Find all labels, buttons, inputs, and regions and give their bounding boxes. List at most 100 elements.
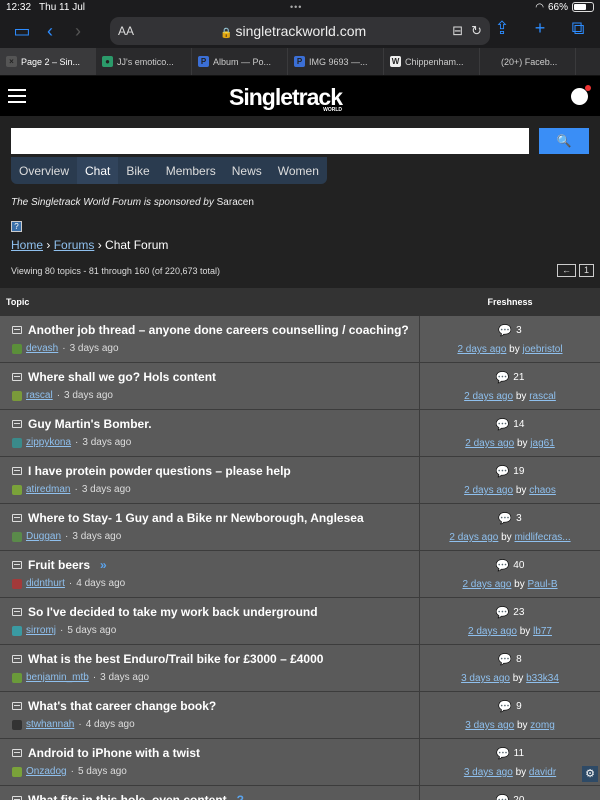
topic-author[interactable]: benjamin_mtb [26,672,89,683]
avatar[interactable] [12,531,22,542]
topic-author[interactable]: stwhannah [26,719,74,730]
nav-tab-members[interactable]: Members [158,157,224,184]
freshness-link[interactable]: 2 days ago [449,532,498,543]
last-poster[interactable]: Paul-B [528,579,558,590]
browser-tab[interactable]: (20+) Faceb... [480,48,576,75]
topic-title[interactable]: I have protein powder questions – please… [28,464,291,478]
avatar[interactable] [12,390,22,401]
topic-author[interactable]: rascal [26,390,53,401]
last-poster[interactable]: rascal [529,391,556,402]
topic-author[interactable]: atiredman [26,484,70,495]
breadcrumb-home[interactable]: Home [11,238,43,252]
topic-title[interactable]: Android to iPhone with a twist [28,746,200,760]
topic-title[interactable]: What is the best Enduro/Trail bike for £… [28,652,323,666]
search-button[interactable]: 🔍 [539,128,589,154]
tabs-overview-icon[interactable]: ⧉ [564,18,592,39]
last-poster[interactable]: midlifecras... [514,532,570,543]
topic-title[interactable]: Where shall we go? Hols content [28,370,216,384]
user-account-icon[interactable] [571,85,591,105]
sidebar-icon[interactable]: ▭ [8,21,36,42]
reply-count: 8 [516,654,522,665]
new-tab-icon[interactable]: + [526,18,554,39]
topic-title[interactable]: Fruit beers [28,558,90,572]
avatar[interactable] [12,578,22,589]
topic-icon [12,702,22,710]
topic-author[interactable]: zippykona [26,437,71,448]
topic-author[interactable]: devash [26,343,58,354]
avatar[interactable] [12,719,22,730]
topic-title[interactable]: What fits in this hole, oven content [28,793,227,800]
table-row: What fits in this hole, oven content? 💬2… [0,786,600,800]
multitask-dots[interactable]: ••• [290,2,302,12]
topic-title[interactable]: So I've decided to take my work back und… [28,605,318,619]
reader-aa-button[interactable]: AA [118,24,134,38]
nav-tab-chat[interactable]: Chat [77,157,119,184]
freshness-link[interactable]: 2 days ago [468,626,517,637]
avatar[interactable] [12,437,22,448]
topic-author[interactable]: Duggan [26,531,61,542]
share-icon[interactable]: ⇪ [488,18,516,39]
last-poster[interactable]: jag61 [530,438,554,449]
freshness-link[interactable]: 2 days ago [464,391,513,402]
freshness-link[interactable]: 3 days ago [465,720,514,731]
last-poster[interactable]: chaos [529,485,556,496]
topic-icon [12,467,22,475]
topic-title[interactable]: Another job thread – anyone done careers… [28,323,409,337]
forward-icon[interactable]: › [64,21,92,42]
extension-icon[interactable]: ⊟ [452,23,463,39]
breadcrumb-forums[interactable]: Forums [54,238,95,252]
browser-tab[interactable]: P Album — Po... [192,48,288,75]
last-poster[interactable]: davidr [529,767,556,778]
browser-tab[interactable]: P IMG 9693 —... [288,48,384,75]
favicon-icon: P [198,56,209,67]
topic-icon [12,608,22,616]
page-1-button[interactable]: 1 [578,264,594,277]
reload-icon[interactable]: ↻ [471,23,482,39]
freshness-link[interactable]: 2 days ago [457,344,506,355]
back-icon[interactable]: ‹ [36,21,64,42]
browser-tab[interactable]: × Page 2 – Sin... [0,48,96,75]
last-poster[interactable]: joebristol [523,344,563,355]
site-header: Singletrack WORLD [0,76,600,116]
favicon-icon: P [294,56,305,67]
nav-tab-news[interactable]: News [224,157,270,184]
reply-count: 19 [513,466,525,477]
last-poster[interactable]: b33k34 [526,673,559,684]
topic-author[interactable]: didnthurt [26,578,65,589]
avatar[interactable] [12,343,22,354]
topic-author[interactable]: Onzadog [26,766,67,777]
freshness-link[interactable]: 2 days ago [462,579,511,590]
help-icon[interactable]: ? [11,221,22,232]
search-input[interactable] [11,128,529,154]
avatar[interactable] [12,484,22,495]
nav-tab-bike[interactable]: Bike [118,157,157,184]
freshness-link[interactable]: 3 days ago [464,767,513,778]
last-poster[interactable]: zomg [530,720,554,731]
browser-tab[interactable]: W Chippenham... [384,48,480,75]
last-poster[interactable]: lb77 [533,626,552,637]
nav-tab-women[interactable]: Women [270,157,327,184]
topic-title[interactable]: Guy Martin's Bomber. [28,417,152,431]
topic-age: 3 days ago [72,531,122,542]
freshness-link[interactable]: 3 days ago [461,673,510,684]
topic-title[interactable]: Where to Stay- 1 Guy and a Bike nr Newbo… [28,511,364,525]
freshness-link[interactable]: 2 days ago [465,438,514,449]
avatar[interactable] [12,625,22,636]
site-logo[interactable]: Singletrack WORLD [229,84,343,113]
by-label: by [514,579,525,590]
prev-page-button[interactable]: ← [556,264,576,277]
topic-title[interactable]: What's that career change book? [28,699,216,713]
topic-author[interactable]: sirromj [26,625,56,636]
address-bar[interactable]: AA 🔒 singletrackworld.com ⊟ ↻ [110,17,490,45]
reply-count: 14 [513,419,525,430]
avatar[interactable] [12,766,22,777]
sponsor-brand[interactable]: Saracen [217,197,254,208]
menu-icon[interactable] [8,89,26,103]
table-row: Fruit beers» didnthurt · 4 days ago 💬 40 … [0,551,600,598]
freshness-link[interactable]: 2 days ago [464,485,513,496]
gear-icon[interactable]: ⚙ [582,766,598,782]
browser-tab[interactable]: ● JJ's emotico... [96,48,192,75]
url-text: singletrackworld.com [235,23,367,39]
nav-tab-overview[interactable]: Overview [11,157,77,184]
avatar[interactable] [12,672,22,683]
